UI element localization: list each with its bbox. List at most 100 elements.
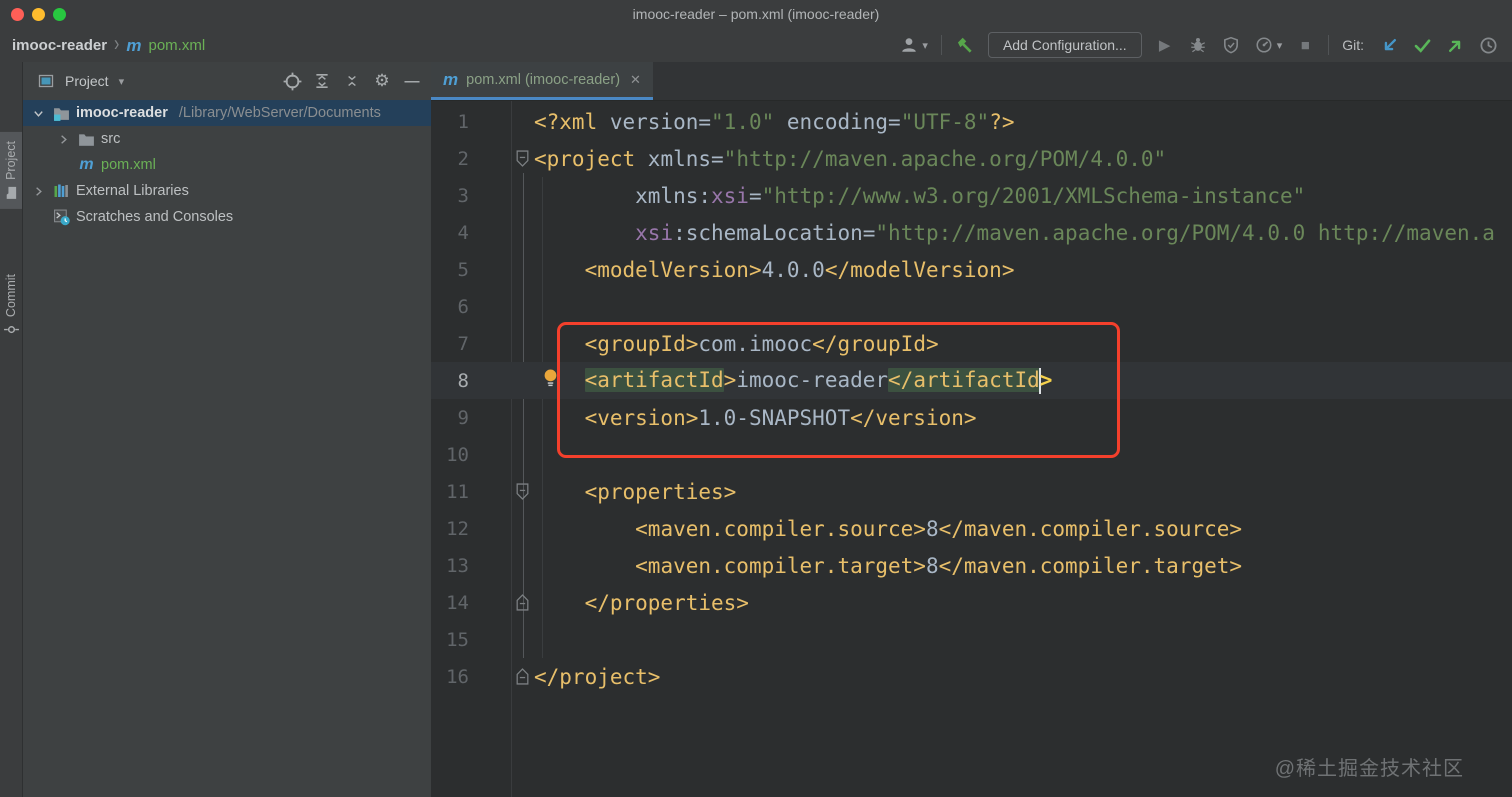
project-tree: imooc-reader/Library/WebServer/Documents… xyxy=(23,100,431,797)
folder-icon xyxy=(77,132,96,147)
add-configuration-button[interactable]: Add Configuration... xyxy=(987,32,1142,58)
code-text: </properties> xyxy=(584,590,749,615)
tree-item-label: src xyxy=(101,131,121,147)
code-editor[interactable]: 1 <?xml version="1.0" encoding="UTF-8"?> 2… xyxy=(431,101,1512,797)
fold-marker-icon[interactable] xyxy=(469,483,534,500)
user-icon[interactable] xyxy=(899,35,919,55)
tab-pom-xml[interactable]: m pom.xml (imooc-reader) ✕ xyxy=(431,62,653,100)
git-update-icon[interactable] xyxy=(1379,35,1399,55)
traffic-lights xyxy=(0,7,66,21)
git-push-icon[interactable] xyxy=(1445,35,1465,55)
close-window-button[interactable] xyxy=(11,7,24,21)
git-commit-check-icon[interactable] xyxy=(1412,35,1432,55)
tree-item-scratches-and-consoles[interactable]: Scratches and Consoles xyxy=(23,204,431,230)
code-line-16[interactable]: 16 </project> xyxy=(431,658,1512,695)
locate-file-icon[interactable] xyxy=(281,70,303,92)
code-line-4[interactable]: 4 xsi:schemaLocation="http://maven.apach… xyxy=(431,214,1512,251)
maven-file-icon: m xyxy=(443,70,459,89)
git-label: Git: xyxy=(1342,37,1364,53)
code-line-11[interactable]: 11 <properties> xyxy=(431,473,1512,510)
close-tab-icon[interactable]: ✕ xyxy=(630,72,641,88)
code-text: <?xml version="1.0" encoding="UTF-8"?> xyxy=(534,109,1015,134)
chevron-right-icon[interactable] xyxy=(29,185,47,198)
line-number: 12 xyxy=(446,517,469,540)
code-line-12[interactable]: 12 <maven.compiler.source>8</maven.compi… xyxy=(431,510,1512,547)
line-number: 3 xyxy=(457,184,469,207)
hide-panel-icon[interactable]: — xyxy=(401,70,423,92)
expand-all-icon[interactable] xyxy=(311,70,333,92)
code-text: <project xmlns="http://maven.apache.org/… xyxy=(534,146,1167,171)
maximize-window-button[interactable] xyxy=(53,7,66,21)
toolbar-divider xyxy=(1328,35,1330,55)
breadcrumb-file[interactable]: pom.xml xyxy=(149,37,206,54)
chevron-right-icon[interactable] xyxy=(54,133,72,146)
code-line-15[interactable]: 15 xyxy=(431,621,1512,658)
code-line-5[interactable]: 5 <modelVersion>4.0.0</modelVersion> xyxy=(431,251,1512,288)
maven-file-icon: m xyxy=(79,156,94,173)
sidebar-item-commit[interactable]: Commit xyxy=(0,265,22,345)
collapse-all-icon[interactable] xyxy=(341,70,363,92)
project-panel: Project ▾ ⚙ — imooc-reader/Library/WebSe… xyxy=(23,62,431,797)
code-text: <artifactId>imooc-reader</artifactId> xyxy=(584,367,1053,394)
project-panel-title[interactable]: Project xyxy=(65,73,109,89)
project-toolwindow-icon xyxy=(5,186,17,200)
code-line-3[interactable]: 3 xmlns:xsi="http://www.w3.org/2001/XMLS… xyxy=(431,177,1512,214)
tree-item-pom-xml[interactable]: m pom.xml xyxy=(23,152,431,178)
sidebar-item-project[interactable]: Project xyxy=(0,132,22,209)
titlebar: imooc-reader – pom.xml (imooc-reader) xyxy=(0,0,1512,28)
stripe-project-label: Project xyxy=(4,141,18,180)
code-line-9[interactable]: 9 <version>1.0-SNAPSHOT</version> xyxy=(431,399,1512,436)
code-line-6[interactable]: 6 xyxy=(431,288,1512,325)
code-text: <groupId>com.imooc</groupId> xyxy=(584,331,939,356)
tree-item-label: External Libraries xyxy=(76,183,189,199)
code-line-14[interactable]: 14 </properties> xyxy=(431,584,1512,621)
code-text: <maven.compiler.source>8</maven.compiler… xyxy=(635,516,1243,541)
tree-item-external-libraries[interactable]: External Libraries xyxy=(23,178,431,204)
git-history-icon[interactable] xyxy=(1478,35,1498,55)
coverage-icon[interactable] xyxy=(1221,35,1241,55)
line-number: 1 xyxy=(457,110,469,133)
fold-marker-icon[interactable] xyxy=(469,150,534,167)
line-number: 6 xyxy=(457,295,469,318)
code-line-10[interactable]: 10 xyxy=(431,436,1512,473)
line-number: 15 xyxy=(446,628,469,651)
code-line-13[interactable]: 13 <maven.compiler.target>8</maven.compi… xyxy=(431,547,1512,584)
stripe-commit-label: Commit xyxy=(4,274,18,318)
maven-file-icon: m xyxy=(126,35,142,55)
chevron-down-icon[interactable] xyxy=(29,107,47,120)
project-view-caret-icon[interactable]: ▾ xyxy=(119,75,125,88)
window-title: imooc-reader – pom.xml (imooc-reader) xyxy=(632,6,880,22)
code-line-2[interactable]: 2 <project xmlns="http://maven.apache.org… xyxy=(431,140,1512,177)
intention-lightbulb-icon[interactable] xyxy=(542,368,559,393)
code-text: <properties> xyxy=(584,479,737,504)
user-dropdown-caret-icon[interactable]: ▾ xyxy=(922,39,928,52)
line-number: 7 xyxy=(457,332,469,355)
code-line-1[interactable]: 1 <?xml version="1.0" encoding="UTF-8"?> xyxy=(431,103,1512,140)
tree-item-src[interactable]: src xyxy=(23,126,431,152)
line-number: 5 xyxy=(457,258,469,281)
profiler-dropdown-caret-icon[interactable]: ▾ xyxy=(1277,39,1283,52)
build-hammer-icon[interactable] xyxy=(955,35,975,55)
fold-marker-icon[interactable] xyxy=(469,594,534,611)
profiler-icon[interactable] xyxy=(1254,35,1274,55)
code-text: xmlns:xsi="http://www.w3.org/2001/XMLSch… xyxy=(534,183,1306,208)
minimize-window-button[interactable] xyxy=(32,7,45,21)
breadcrumb-project[interactable]: imooc-reader xyxy=(12,37,107,54)
breadcrumb: imooc-reader › m pom.xml xyxy=(0,32,206,56)
tree-item-path: /Library/WebServer/Documents xyxy=(178,105,381,121)
line-number: 4 xyxy=(457,221,469,244)
tree-item-imooc-reader[interactable]: imooc-reader/Library/WebServer/Documents xyxy=(23,100,431,126)
line-number: 9 xyxy=(457,406,469,429)
commit-toolwindow-icon xyxy=(3,323,19,336)
code-text: </project> xyxy=(534,664,661,689)
code-line-7[interactable]: 7 <groupId>com.imooc</groupId> xyxy=(431,325,1512,362)
code-text: <modelVersion>4.0.0</modelVersion> xyxy=(584,257,1015,282)
code-line-8[interactable]: 8 <artifactId>imooc-reader</artifactId> xyxy=(431,362,1512,399)
run-icon[interactable]: ▶ xyxy=(1155,35,1175,55)
fold-marker-icon[interactable] xyxy=(469,668,534,685)
line-number: 14 xyxy=(446,591,469,614)
scratch-icon xyxy=(52,209,71,226)
settings-gear-icon[interactable]: ⚙ xyxy=(371,70,393,92)
stop-icon[interactable]: ■ xyxy=(1295,35,1315,55)
debug-icon[interactable] xyxy=(1188,35,1208,55)
